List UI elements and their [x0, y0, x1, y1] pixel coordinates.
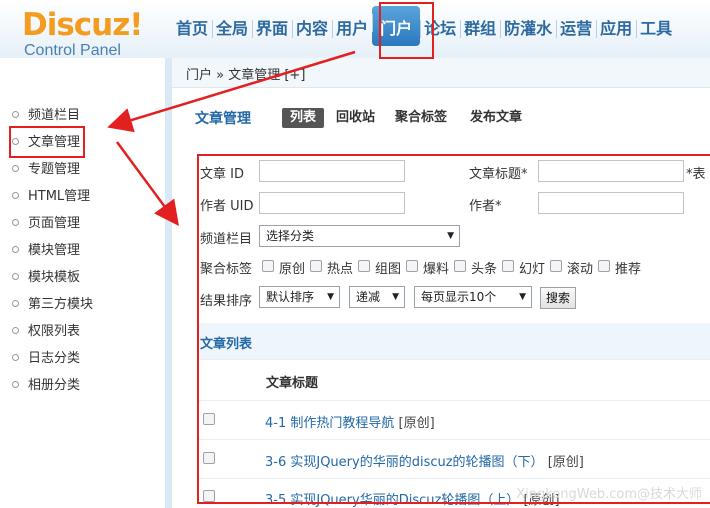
bullet-icon	[12, 327, 19, 334]
sidebar-item-label: HTML管理	[28, 189, 91, 204]
logo-text: Discuz!	[22, 7, 143, 43]
bullet-icon	[12, 246, 19, 253]
sidebar-item-label: 权限列表	[28, 324, 81, 339]
nav-global[interactable]: 全局	[212, 12, 252, 46]
header: Discuz! Control Panel 首页 全局 界面 内容 用户 门户 …	[0, 0, 710, 60]
sidebar-divider	[165, 58, 172, 508]
nav-operations[interactable]: 运营	[556, 12, 596, 46]
annotation-box-form	[197, 154, 710, 504]
nav-antispam[interactable]: 防灌水	[500, 12, 556, 46]
nav-home[interactable]: 首页	[172, 12, 212, 46]
sidebar-item-pages[interactable]: 页面管理	[12, 213, 80, 235]
sidebar-item-label: 模块模板	[28, 270, 81, 285]
nav-interface[interactable]: 界面	[252, 12, 292, 46]
bullet-icon	[12, 165, 19, 172]
sidebar-item-label: 模块管理	[28, 243, 81, 258]
sidebar-item-modules[interactable]: 模块管理	[12, 240, 80, 262]
nav-groups[interactable]: 群组	[460, 12, 500, 46]
sidebar-item-module-templates[interactable]: 模块模板	[12, 267, 80, 289]
sidebar-item-third-party[interactable]: 第三方模块	[12, 294, 93, 316]
annotation-box-articles	[9, 126, 85, 158]
watermark: XingkongWeb.com@技术大师	[516, 487, 702, 502]
sidebar-item-label: 专题管理	[28, 162, 81, 177]
sidebar-item-label: 第三方模块	[28, 297, 94, 312]
bullet-icon	[12, 273, 19, 280]
breadcrumb: 门户 » 文章管理 [+]	[172, 58, 710, 88]
nav-tools[interactable]: 工具	[636, 12, 676, 46]
sidebar-item-permissions[interactable]: 权限列表	[12, 321, 80, 343]
control-panel-page: Discuz! Control Panel 首页 全局 界面 内容 用户 门户 …	[0, 0, 710, 508]
sidebar-item-channel[interactable]: 频道栏目	[12, 105, 80, 127]
bullet-icon	[12, 192, 19, 199]
tab-list[interactable]: 列表	[282, 108, 325, 128]
sidebar-item-label: 频道栏目	[28, 108, 81, 123]
bullet-icon	[12, 219, 19, 226]
sidebar-item-topics[interactable]: 专题管理	[12, 159, 80, 181]
sidebar-item-label: 页面管理	[28, 216, 81, 231]
tab-aggregate-tags[interactable]: 聚合标签	[395, 108, 447, 128]
bullet-icon	[12, 300, 19, 307]
page-title: 文章管理	[195, 111, 251, 127]
bullet-icon	[12, 111, 19, 118]
nav-apps[interactable]: 应用	[596, 12, 636, 46]
sidebar-item-html[interactable]: HTML管理	[12, 186, 90, 208]
sidebar-item-album-categories[interactable]: 相册分类	[12, 375, 80, 397]
breadcrumb-text[interactable]: 门户 » 文章管理 [+]	[186, 64, 305, 83]
tab-publish-article[interactable]: 发布文章	[470, 108, 522, 128]
sidebar-item-label: 相册分类	[28, 378, 81, 393]
annotation-box-portal	[379, 2, 434, 59]
sidebar-item-log-categories[interactable]: 日志分类	[12, 348, 80, 370]
nav-users[interactable]: 用户	[332, 12, 372, 46]
sidebar-item-label: 日志分类	[28, 351, 81, 366]
discuz-logo[interactable]: Discuz! Control Panel	[22, 8, 162, 60]
bullet-icon	[12, 381, 19, 388]
bullet-icon	[12, 354, 19, 361]
nav-content[interactable]: 内容	[292, 12, 332, 46]
tab-recycle-bin[interactable]: 回收站	[336, 108, 375, 128]
